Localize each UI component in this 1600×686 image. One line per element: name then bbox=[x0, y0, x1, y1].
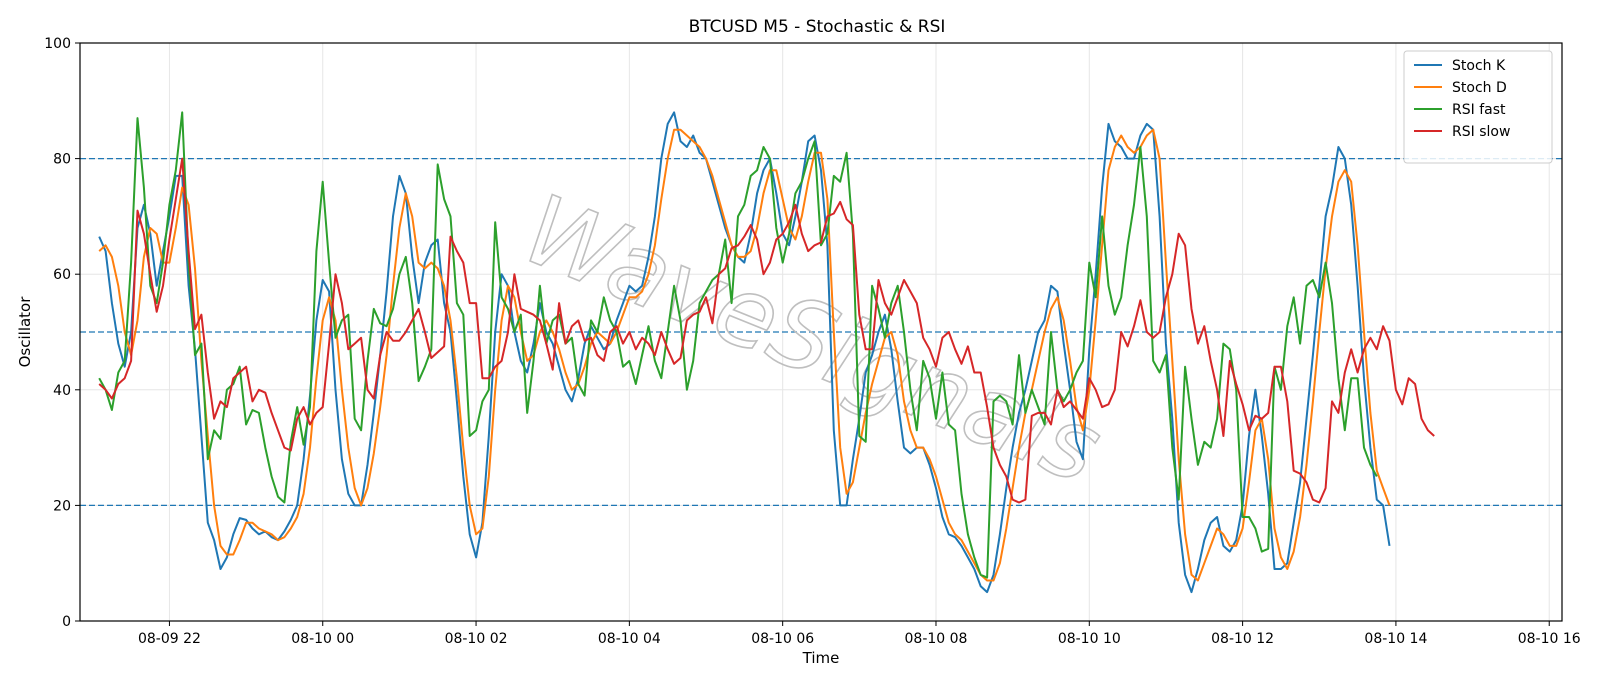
legend-entry: Stoch K bbox=[1452, 58, 1506, 74]
stochastic-rsi-chart: BTCUSD M5 - Stochastic & RSI WaveSignals… bbox=[0, 0, 1600, 686]
y-tick-label: 100 bbox=[44, 36, 71, 52]
x-tick-label: 08-10 12 bbox=[1211, 631, 1274, 647]
x-tick-label: 08-10 06 bbox=[751, 631, 814, 647]
y-tick-label: 20 bbox=[53, 498, 71, 514]
x-tick-label: 08-10 04 bbox=[598, 631, 661, 647]
x-tick-label: 08-10 16 bbox=[1518, 631, 1581, 647]
y-tick-label: 60 bbox=[53, 267, 71, 283]
legend-entry: Stoch D bbox=[1452, 80, 1507, 96]
y-tick-label: 80 bbox=[53, 152, 71, 168]
legend-entry: RSI fast bbox=[1452, 102, 1506, 118]
legend-entry: RSI slow bbox=[1452, 124, 1510, 140]
x-axis-label: Time bbox=[802, 649, 840, 667]
x-tick-label: 08-10 00 bbox=[291, 631, 354, 647]
x-tick-label: 08-10 02 bbox=[445, 631, 508, 647]
x-tick-label: 08-10 08 bbox=[905, 631, 968, 647]
y-tick-label: 40 bbox=[53, 383, 71, 399]
y-axis-label: Oscillator bbox=[16, 296, 34, 368]
legend: Stoch K Stoch D RSI fast RSI slow bbox=[1403, 50, 1553, 164]
x-tick-label: 08-10 10 bbox=[1058, 631, 1121, 647]
y-tick-label: 0 bbox=[62, 614, 71, 630]
x-tick-label: 08-10 14 bbox=[1364, 631, 1427, 647]
chart-title: BTCUSD M5 - Stochastic & RSI bbox=[689, 17, 946, 37]
x-tick-label: 08-09 22 bbox=[138, 631, 201, 647]
